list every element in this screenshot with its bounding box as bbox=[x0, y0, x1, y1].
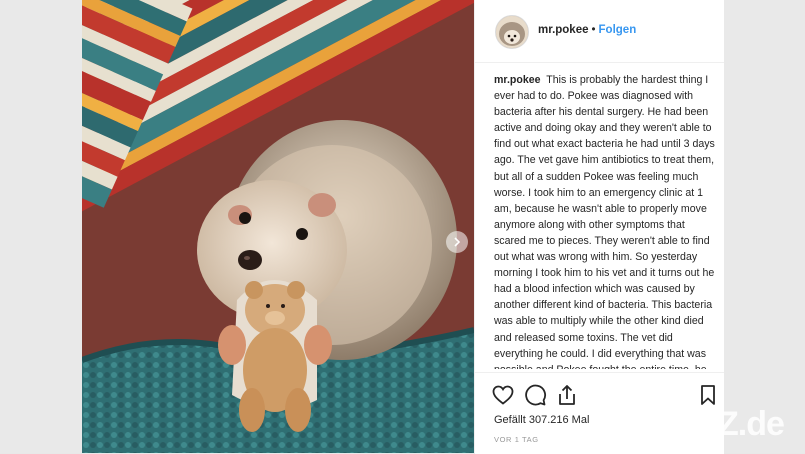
heart-icon[interactable] bbox=[491, 383, 515, 407]
post-sidebar: mr.pokee • Folgen mr.pokee This is probabl… bbox=[474, 0, 724, 454]
chevron-right-icon bbox=[454, 237, 461, 247]
separator: • bbox=[591, 24, 596, 36]
username-link[interactable]: mr.pokee bbox=[538, 24, 589, 36]
share-icon[interactable] bbox=[555, 383, 579, 407]
caption-username[interactable]: mr.pokee bbox=[494, 74, 541, 86]
next-image-button[interactable] bbox=[446, 231, 468, 253]
watermark: Z.de bbox=[718, 405, 785, 443]
post-timestamp[interactable]: VOR 1 TAG bbox=[494, 435, 539, 444]
hedgehog-photo bbox=[82, 0, 474, 453]
post-header: mr.pokee • Folgen bbox=[475, 0, 724, 63]
follow-button[interactable]: Folgen bbox=[599, 24, 637, 36]
header-line: mr.pokee • Folgen bbox=[538, 24, 636, 36]
avatar-image bbox=[496, 16, 528, 48]
post-image bbox=[82, 0, 474, 453]
bookmark-icon[interactable] bbox=[696, 383, 720, 407]
comment-icon[interactable] bbox=[523, 383, 547, 407]
instagram-post: mr.pokee • Folgen mr.pokee This is probabl… bbox=[82, 0, 724, 454]
post-caption: mr.pokee This is probably the hardest th… bbox=[494, 72, 719, 369]
likes-count[interactable]: Gefällt 307.216 Mal bbox=[494, 414, 589, 426]
page-background-left bbox=[0, 0, 82, 453]
page-background-right bbox=[723, 0, 805, 453]
avatar[interactable] bbox=[495, 15, 529, 49]
post-actions: Gefällt 307.216 Mal VOR 1 TAG bbox=[475, 372, 724, 454]
caption-text: This is probably the hardest thing I eve… bbox=[494, 74, 715, 369]
